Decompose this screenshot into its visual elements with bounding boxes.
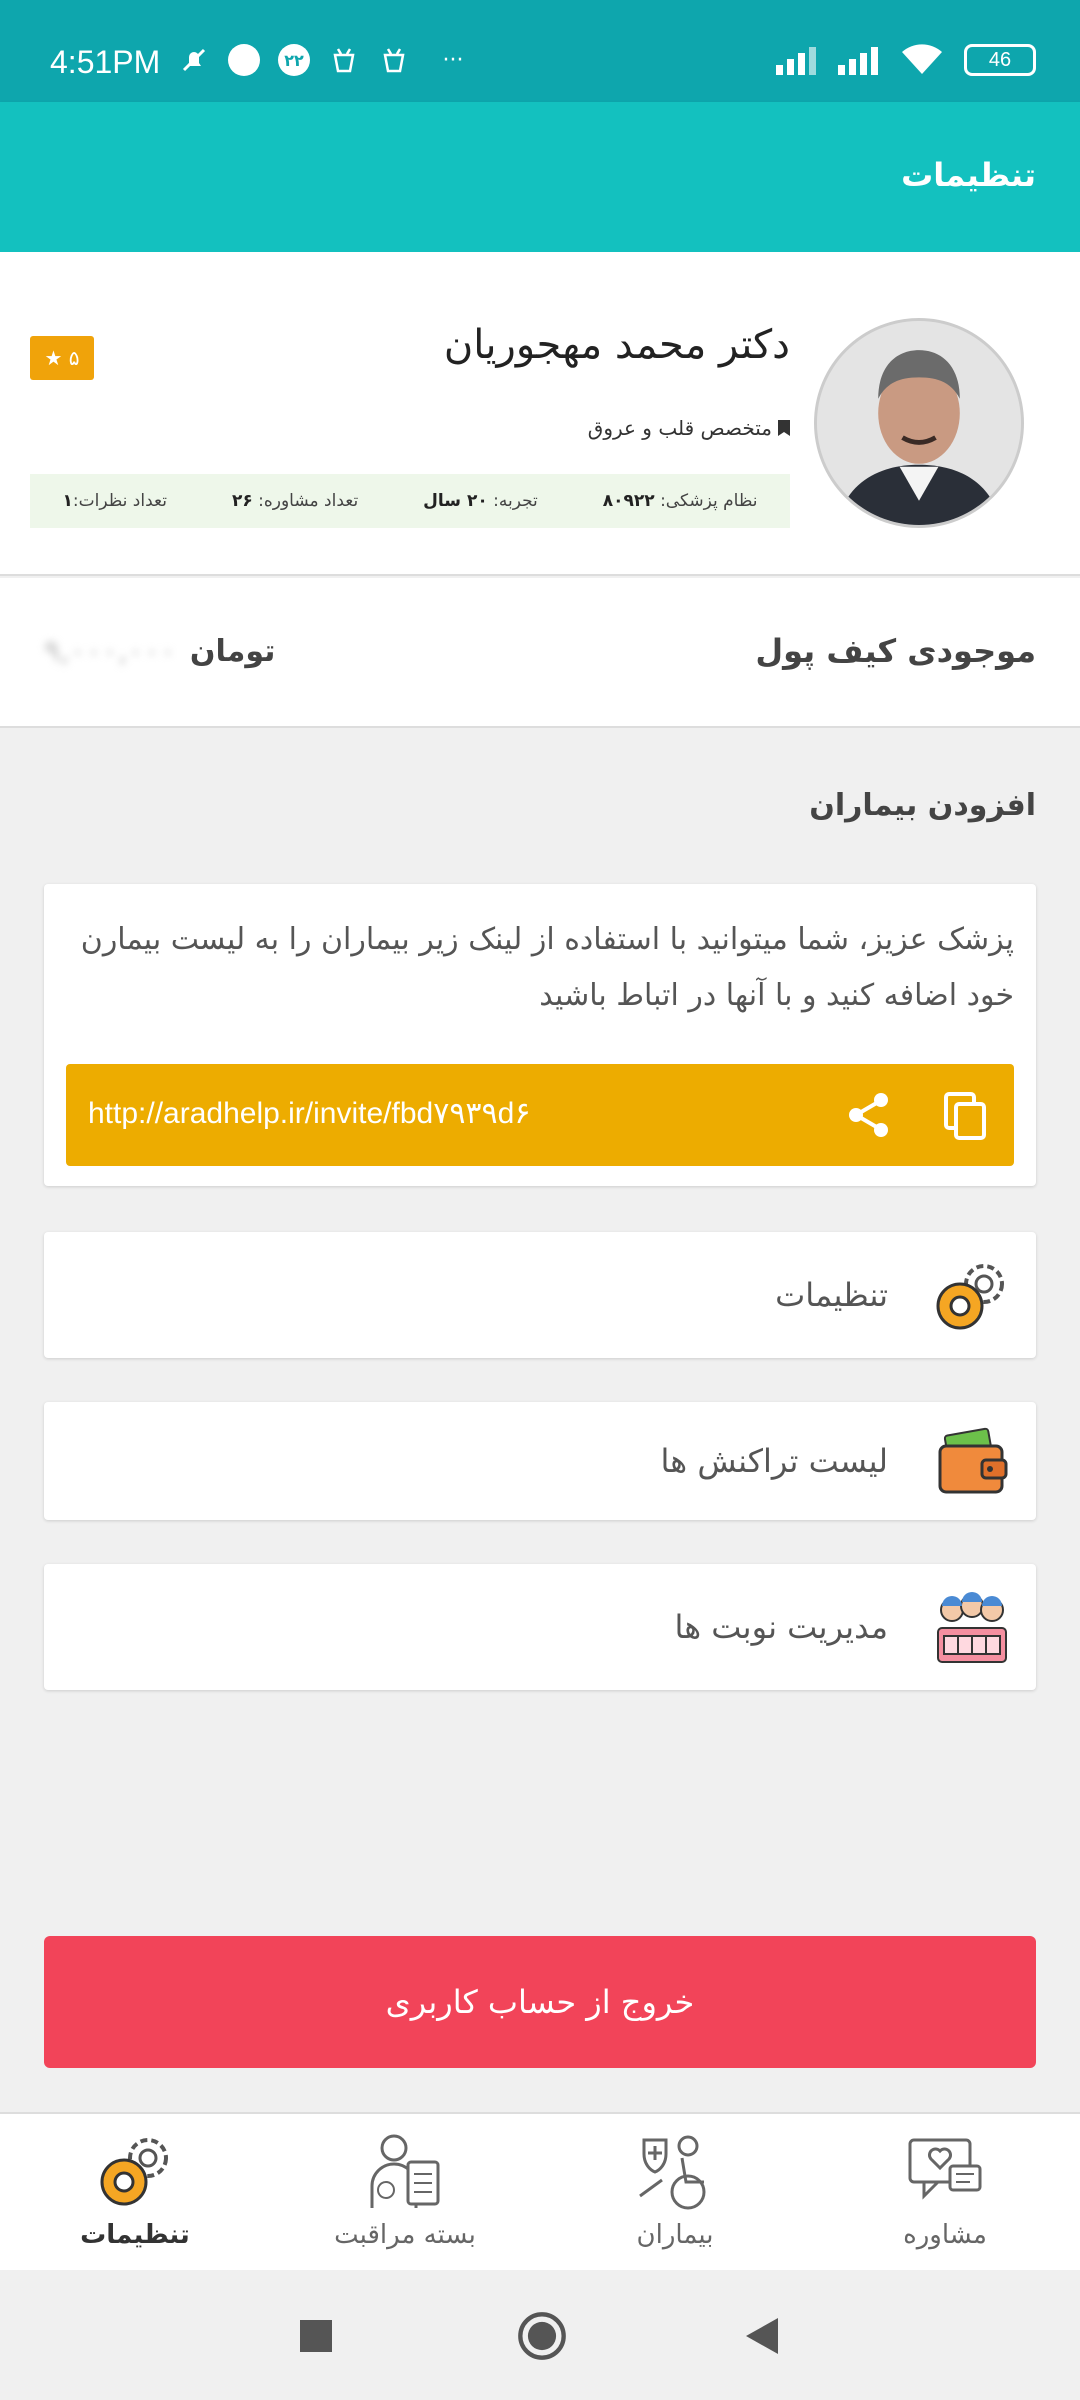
- system-navigation-bar: [0, 2270, 1080, 2400]
- nav-care-package-label: بسته مراقبت: [334, 2220, 476, 2250]
- consult-chat-icon: [908, 2138, 982, 2200]
- patients-icon: [639, 2135, 706, 2210]
- battery-indicator: 46: [964, 44, 1036, 76]
- stat-experience-label: تجربه:: [493, 491, 538, 511]
- stat-reviews: تعداد نظرات:۱: [63, 491, 167, 511]
- menu-appointments[interactable]: مدیریت نوبت ها: [44, 1564, 1036, 1690]
- muted-bell-icon: [178, 44, 210, 76]
- home-icon[interactable]: [516, 2310, 568, 2362]
- wallet-icon: [938, 1427, 1008, 1494]
- specialty-label: متخصص قلب و عروق: [587, 416, 772, 440]
- invite-message: پزشک عزیز، شما میتوانید با استفاده از لی…: [80, 922, 1014, 1013]
- menu-transactions-label: لیست تراکنش ها: [660, 1442, 888, 1480]
- wallet-currency: تومان: [189, 634, 276, 669]
- wallet-amount: ۹,۰۰۰,۰۰۰: [44, 634, 176, 669]
- status-time: 4:51PM: [50, 44, 161, 80]
- wifi-icon: [902, 44, 942, 74]
- recent-apps-icon[interactable]: [292, 2312, 340, 2360]
- doctor-stats: نظام پزشکی: ۸۰۹۲۲ تجربه: ۲۰ سال تعداد مش…: [30, 474, 790, 528]
- stat-consults: تعداد مشاوره: ۲۶: [232, 491, 358, 511]
- nav-settings-label: تنظیمات: [80, 2220, 190, 2250]
- invite-card: پزشک عزیز، شما میتوانید با استفاده از لی…: [44, 884, 1036, 1186]
- back-icon[interactable]: [738, 2312, 786, 2360]
- stat-consults-value: ۲۶: [231, 491, 253, 511]
- alarm-icon: [228, 44, 260, 76]
- doctor-name: دکتر محمد مهجوریان: [443, 322, 790, 368]
- nav-patients-label: بیماران: [636, 2220, 714, 2250]
- wallet-balance: تومان ۹,۰۰۰,۰۰۰: [44, 634, 275, 669]
- queue-management-icon: [937, 1592, 1007, 1663]
- signal-2-icon: [838, 47, 878, 75]
- copy-icon[interactable]: [938, 1088, 992, 1142]
- nav-consult[interactable]: مشاوره: [810, 2114, 1080, 2272]
- gear-icon: [936, 1264, 1004, 1330]
- app-notification-icon: [328, 44, 360, 76]
- menu-transactions[interactable]: لیست تراکنش ها: [44, 1402, 1036, 1520]
- notification-badge: ۲۲: [278, 44, 310, 76]
- stat-experience-value: ۲۰ سال: [423, 491, 488, 511]
- stat-license-label: نظام پزشکی:: [660, 491, 758, 511]
- page-title: تنظیمات: [901, 156, 1036, 194]
- stat-experience: تجربه: ۲۰ سال: [423, 491, 538, 511]
- stat-license: نظام پزشکی: ۸۰۹۲۲: [603, 491, 758, 511]
- avatar: [814, 318, 1024, 528]
- invite-link-bar[interactable]: http://aradhelp.ir/invite/fbd۷۹۳۹d۶: [66, 1064, 1014, 1166]
- gear-icon: [100, 2138, 168, 2206]
- nav-patients[interactable]: بیماران: [540, 2114, 810, 2272]
- wallet-balance-row[interactable]: موجودی کیف پول تومان ۹,۰۰۰,۰۰۰: [0, 578, 1080, 728]
- stat-license-value: ۸۰۹۲۲: [602, 491, 655, 511]
- invite-link[interactable]: http://aradhelp.ir/invite/fbd۷۹۳۹d۶: [88, 1096, 530, 1131]
- rating-badge: ۵ ★: [30, 336, 94, 380]
- specialty: متخصص قلب و عروق: [588, 416, 790, 440]
- add-patients-title: افزودن بیماران: [809, 788, 1036, 823]
- status-icons-right: 46: [776, 44, 1036, 76]
- more-notifications-icon: ···: [442, 47, 464, 73]
- bottom-navigation: تنظیمات بسته مراقبت بیماران مشاوره: [0, 2112, 1080, 2270]
- stat-reviews-value: ۱: [62, 491, 73, 511]
- menu-settings[interactable]: تنظیمات: [44, 1232, 1036, 1358]
- status-bar: 4:51PM ۲۲ ··· 46: [0, 0, 1080, 102]
- wallet-label: موجودی کیف پول: [755, 632, 1036, 670]
- stat-reviews-label: تعداد نظرات:: [72, 491, 167, 511]
- logout-button[interactable]: خروج از حساب کاربری: [44, 1936, 1036, 2068]
- bookmark-icon: [778, 420, 790, 436]
- nav-consult-label: مشاوره: [903, 2220, 987, 2250]
- doctor-profile-card: دکتر محمد مهجوریان ۵ ★ متخصص قلب و عروق …: [0, 252, 1080, 576]
- app-bar: تنظیمات: [0, 102, 1080, 252]
- signal-icon: [776, 47, 816, 75]
- stat-consults-label: تعداد مشاوره:: [258, 491, 359, 511]
- status-icons-left: ۲۲ ···: [178, 44, 478, 76]
- share-icon[interactable]: [842, 1088, 896, 1142]
- app-notification-icon-2: [378, 44, 410, 76]
- menu-appointments-label: مدیریت نوبت ها: [674, 1608, 888, 1646]
- nav-care-package[interactable]: بسته مراقبت: [270, 2114, 540, 2272]
- menu-settings-label: تنظیمات: [775, 1276, 888, 1314]
- care-package-icon: [370, 2134, 440, 2208]
- nav-settings[interactable]: تنظیمات: [0, 2114, 270, 2272]
